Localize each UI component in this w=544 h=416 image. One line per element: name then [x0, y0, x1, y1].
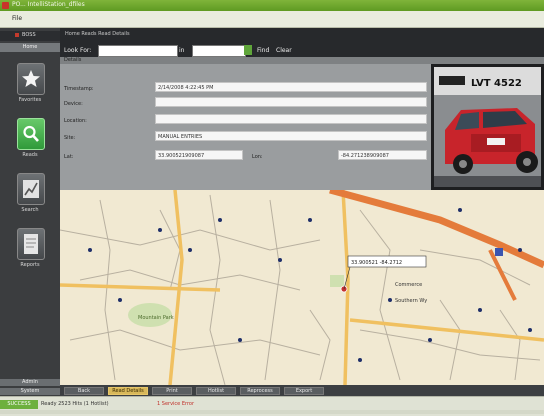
tab-export[interactable]: Export [284, 387, 324, 395]
menu-bar: File [0, 11, 544, 28]
sidebar-label-reads: Reads [22, 152, 38, 158]
sidebar-label-favorites: Favorites [18, 97, 42, 103]
device-field[interactable] [155, 97, 427, 107]
sidebar-admin[interactable]: Admin [0, 379, 60, 386]
sidebar-label-reports: Reports [20, 262, 40, 268]
star-icon [22, 70, 40, 87]
look-for-input[interactable] [98, 45, 178, 57]
app-icon [2, 2, 9, 9]
tab-reprocess[interactable]: Reprocess [240, 387, 280, 395]
details-panel: Timestamp: 2/14/2008 4:22:45 PM Device: … [60, 64, 431, 190]
lat-label: Lat: [64, 154, 74, 160]
tab-back[interactable]: Back [64, 387, 104, 395]
sidebar: BOSS Home Favorites Reads Search Reports… [0, 28, 60, 396]
breadcrumb[interactable]: Home Reads Read Details [65, 31, 130, 37]
timestamp-field[interactable]: 2/14/2008 4:22:45 PM [155, 82, 427, 92]
sidebar-brand: BOSS [22, 32, 36, 38]
tab-print[interactable]: Print [152, 387, 192, 395]
title-bar: PO... IntelliStation_dfiles [0, 0, 544, 11]
sidebar-item-reads[interactable] [17, 118, 45, 150]
magnifier-icon [23, 125, 39, 142]
status-divider [0, 410, 544, 414]
status-badge: SUCCESS [0, 400, 38, 409]
document-icon [24, 234, 38, 254]
details-header-title: Details [64, 57, 82, 63]
menu-file[interactable]: File [12, 15, 22, 22]
map-label-park: Mountain Park [138, 315, 174, 321]
status-error[interactable]: 1 Service Error [157, 401, 194, 407]
location-label: Location: [64, 118, 87, 124]
vehicle-image: LVT 4522 [434, 67, 541, 187]
sidebar-item-search[interactable] [17, 173, 45, 205]
brand-logo-icon [15, 33, 19, 37]
clear-button[interactable]: Clear [276, 47, 292, 54]
vehicle-photo[interactable]: LVT 4522 [431, 64, 544, 190]
window-title: PO... IntelliStation_dfiles [12, 1, 85, 8]
sidebar-section-home[interactable]: Home [0, 43, 60, 52]
find-button[interactable]: Find [257, 47, 269, 54]
tab-read-details[interactable]: Read Details [108, 387, 148, 395]
sidebar-item-reports[interactable] [17, 228, 45, 260]
status-text: Ready 2523 Hits (1 Hotlist) [41, 401, 109, 407]
device-label: Device: [64, 101, 83, 107]
chart-icon [23, 180, 39, 198]
map-view[interactable]: 33.900521 -84.2712 Commerce Southern Wy … [60, 190, 544, 385]
look-for-label: Look For: [64, 47, 92, 54]
lon-label: Lon: [252, 154, 263, 160]
lon-field[interactable]: -84.271238909087 [338, 150, 427, 160]
tab-hotlist[interactable]: Hotlist [196, 387, 236, 395]
site-label: Site: [64, 135, 76, 141]
timestamp-label: Timestamp: [64, 86, 94, 92]
lat-field[interactable]: 33.900521909087 [155, 150, 243, 160]
status-bar: SUCCESS Ready 2523 Hits (1 Hotlist) 1 Se… [0, 396, 544, 416]
map-label-southern: Southern Wy [395, 298, 427, 304]
sidebar-label-search: Search [21, 207, 39, 213]
map-label-commerce: Commerce [395, 282, 422, 288]
in-label: in [179, 47, 185, 54]
bottom-tab-bar: Back Read Details Print Hotlist Reproces… [60, 385, 544, 396]
sidebar-system[interactable]: System [0, 388, 60, 395]
search-toolbar: Home Reads Read Details Look For: in Fin… [60, 28, 544, 57]
details-header: Details [60, 57, 544, 64]
street-map: 33.900521 -84.2712 Commerce Southern Wy … [60, 190, 544, 385]
location-field[interactable] [155, 114, 427, 124]
in-select[interactable] [192, 45, 246, 57]
chevron-down-icon[interactable] [244, 45, 252, 55]
site-field[interactable]: MANUAL ENTRIES [155, 131, 427, 141]
plate-text: LVT 4522 [471, 78, 522, 89]
map-callout-text: 33.900521 -84.2712 [351, 260, 402, 266]
sidebar-item-favorites[interactable] [17, 63, 45, 95]
